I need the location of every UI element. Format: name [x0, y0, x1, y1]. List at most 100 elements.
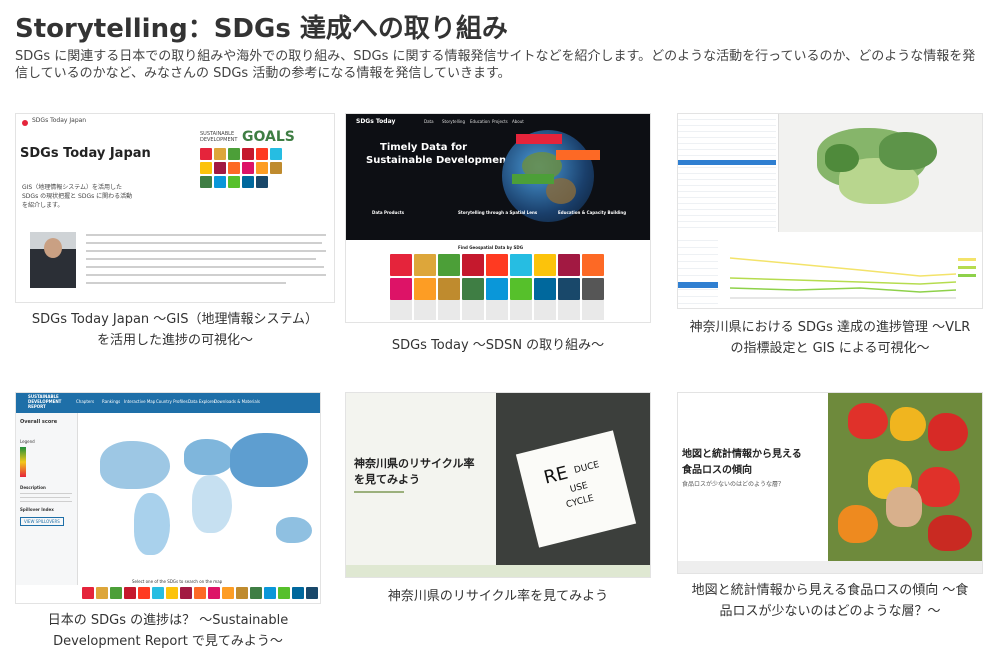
thumb-body: を紹介します。 — [22, 202, 64, 209]
story-caption[interactable]: 地図と統計情報から見える食品ロスの傾向 〜食 品ロスが少ないのはどのような層？〜 — [677, 580, 983, 622]
sdg-goal-icon[interactable] — [222, 587, 234, 599]
thumb-title: を見てみよう — [354, 473, 420, 486]
sdg-goal-icon[interactable] — [194, 587, 206, 599]
sdg-goal-icon — [200, 148, 212, 160]
sdg-goal-icon — [242, 148, 254, 160]
indicator-list — [678, 114, 776, 232]
sdg-goal-icon[interactable] — [558, 278, 580, 300]
sdg-goal-icon[interactable] — [306, 587, 318, 599]
sdg-goal-icon[interactable] — [558, 254, 580, 276]
sdg-goal-icon[interactable] — [124, 587, 136, 599]
sdg-goal-icon — [214, 148, 226, 160]
story-thumbnail[interactable]: 地図と統計情報から見える 食品ロスの傾向 食品ロスが少ないのはどのような層？ — [677, 392, 983, 574]
sdg-goal-icon[interactable] — [96, 587, 108, 599]
sdg-goal-icon[interactable] — [390, 254, 412, 276]
sdg-goal-icon[interactable] — [292, 587, 304, 599]
trend-chart — [729, 257, 976, 299]
sdg-goal-icon — [228, 176, 240, 188]
story-caption[interactable]: 日本の SDGs の進捗は？ 〜Sustainable Development … — [15, 610, 321, 652]
page-title: Storytelling：SDGs 達成への取り組み — [15, 14, 508, 44]
thumb-title: 食品ロスの傾向 — [682, 465, 752, 476]
photo-vegetables — [828, 393, 982, 561]
sdg-goal-icon[interactable] — [180, 587, 192, 599]
story-thumbnail[interactable]: SUSTAINABLE DEVELOPMENT REPORT Chapters … — [15, 392, 321, 604]
story-card-sdgs-today-japan[interactable]: SDGs Today Japan SDGs Today Japan GIS（地理… — [15, 113, 335, 353]
story-card-sdgs-today[interactable]: SDGs Today Data Storytelling Education P… — [345, 113, 651, 353]
sdg-goal-icon[interactable] — [582, 254, 604, 276]
sdg-goal-icon[interactable] — [208, 587, 220, 599]
world-map — [80, 413, 320, 585]
story-thumbnail[interactable]: 神奈川県のリサイクル率 を見てみよう RE DUCE USE CYCLE — [345, 392, 651, 578]
sdg-goal-icon[interactable] — [390, 278, 412, 300]
sdg-icon-strip[interactable] — [82, 587, 320, 599]
sdg-goal-icon[interactable] — [438, 278, 460, 300]
story-caption[interactable]: 神奈川県における SDGs 達成の進捗管理 〜VLR の指標設定と GIS によ… — [677, 317, 983, 359]
sdg-goal-icon — [256, 176, 268, 188]
sdg-goal-icon[interactable] — [534, 254, 556, 276]
sdg-goal-icon[interactable] — [236, 587, 248, 599]
story-caption[interactable]: SDGs Today 〜SDSN の取り組み〜 — [345, 335, 651, 356]
thumb-body: SDGs の現状把握と SDGs に関わる活動 — [22, 193, 133, 200]
footer-nav — [346, 565, 650, 577]
goals-text: DEVELOPMENT — [200, 137, 238, 143]
thumb-title: 地図と統計情報から見える — [682, 449, 802, 460]
sdg-goal-icon — [242, 176, 254, 188]
sdg-goal-icon — [228, 162, 240, 174]
sdg-goal-icon[interactable] — [534, 278, 556, 300]
footer-nav — [678, 561, 982, 573]
photo-recycle-note: RE DUCE USE CYCLE — [496, 393, 650, 565]
sdg-goal-icon[interactable] — [414, 278, 436, 300]
sdg-goal-icon[interactable] — [152, 587, 164, 599]
sdg-goal-icon[interactable] — [510, 278, 532, 300]
story-thumbnail[interactable]: SDGs Today Data Storytelling Education P… — [345, 113, 651, 323]
view-spillovers-button[interactable]: VIEW SPILLOVERS — [20, 517, 64, 526]
logo-text: SDGs Today Japan — [32, 117, 87, 124]
sdg-goal-icon — [256, 148, 268, 160]
sdg-goal-icon[interactable] — [582, 278, 604, 300]
sdg-icon-grid — [200, 148, 282, 188]
site-brand: SDGs Today — [356, 118, 396, 125]
story-thumbnail[interactable] — [677, 113, 983, 309]
sdg-goal-icon — [270, 162, 282, 174]
sdg-goal-icon[interactable] — [278, 587, 290, 599]
sdg-goal-icon[interactable] — [462, 254, 484, 276]
sdg-goal-icon — [270, 148, 282, 160]
story-card-food-loss[interactable]: 地図と統計情報から見える 食品ロスの傾向 食品ロスが少ないのはどのような層？ 地… — [677, 392, 983, 642]
sdg-goal-icon[interactable] — [166, 587, 178, 599]
hero-title: Timely Data for — [380, 142, 468, 153]
sdg-goal-icon — [214, 176, 226, 188]
sdg-goal-icon[interactable] — [138, 587, 150, 599]
sdg-goal-icon[interactable] — [264, 587, 276, 599]
sdg-goal-icon — [228, 148, 240, 160]
story-thumbnail[interactable]: SDGs Today Japan SDGs Today Japan GIS（地理… — [15, 113, 335, 303]
sdg-goal-icon[interactable] — [82, 587, 94, 599]
thumb-title: 神奈川県のリサイクル率 — [354, 457, 475, 470]
sdg-goal-icon — [200, 162, 212, 174]
logo-icon — [22, 120, 28, 126]
sdg-goal-icon[interactable] — [462, 278, 484, 300]
story-caption[interactable]: SDGs Today Japan 〜GIS（地理情報システム） を活用した進捗の… — [15, 309, 335, 351]
sdg-goal-icon[interactable] — [510, 254, 532, 276]
sdg-goal-icon[interactable] — [110, 587, 122, 599]
person-photo — [30, 232, 76, 288]
story-card-kanagawa-recycle[interactable]: 神奈川県のリサイクル率 を見てみよう RE DUCE USE CYCLE 神奈川… — [345, 392, 651, 612]
thumb-body: GIS（地理情報システム）を活用した — [22, 184, 123, 191]
story-card-sdr[interactable]: SUSTAINABLE DEVELOPMENT REPORT Chapters … — [15, 392, 321, 656]
story-caption[interactable]: 神奈川県のリサイクル率を見てみよう — [345, 586, 651, 607]
sdg-icon-grid[interactable] — [390, 254, 606, 300]
sdg-goal-icon — [214, 162, 226, 174]
find-data-heading: Find Geospatial Data by SDG — [458, 245, 524, 250]
sdg-goal-icon — [242, 162, 254, 174]
sdg-goal-icon[interactable] — [250, 587, 262, 599]
sdg-goal-icon — [200, 176, 212, 188]
sdg-goal-icon[interactable] — [486, 254, 508, 276]
sdg-goal-icon[interactable] — [486, 278, 508, 300]
story-card-kanagawa-vlr[interactable]: 神奈川県における SDGs 達成の進捗管理 〜VLR の指標設定と GIS によ… — [677, 113, 983, 363]
sdg-goal-icon[interactable] — [414, 254, 436, 276]
thumb-title: SDGs Today Japan — [20, 146, 151, 161]
sdg-goal-icon[interactable] — [438, 254, 460, 276]
thumb-subtitle: 食品ロスが少ないのはどのような層？ — [682, 481, 785, 488]
status-list — [678, 234, 718, 308]
hero-title: Sustainable Development — [366, 155, 511, 166]
map-panel — [778, 114, 982, 232]
